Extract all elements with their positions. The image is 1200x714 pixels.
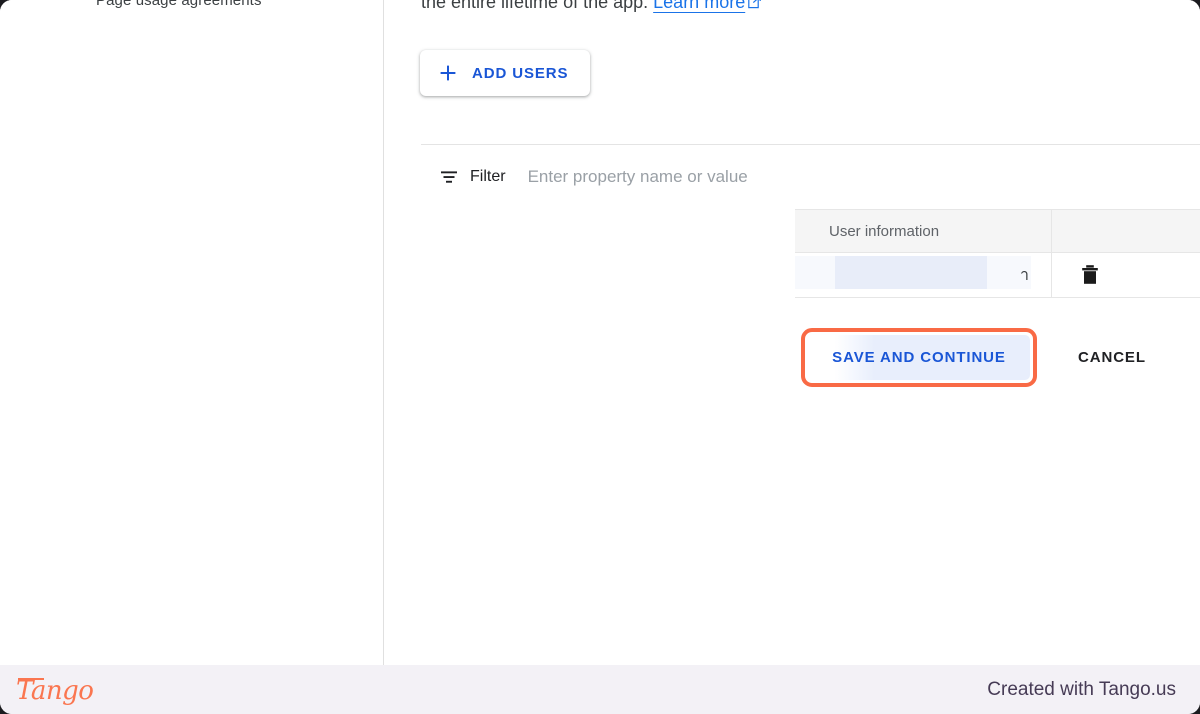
cancel-button[interactable]: CANCEL: [1068, 335, 1156, 380]
save-and-continue-wrapper: SAVE AND CONTINUE: [801, 328, 1037, 387]
redaction-block: [835, 256, 987, 289]
table-header-row: User information: [795, 209, 1200, 253]
filter-label: Filter: [470, 168, 506, 185]
external-link-icon: [748, 0, 762, 16]
redaction-block: [795, 256, 835, 289]
cell-actions: [1052, 253, 1200, 297]
trash-icon[interactable]: [1080, 264, 1100, 286]
add-users-label: ADD USERS: [472, 64, 569, 82]
cell-user-information: า: [795, 253, 1052, 297]
filter-icon[interactable]: [440, 169, 459, 185]
users-table: User information า: [795, 209, 1200, 298]
save-and-continue-label: SAVE AND CONTINUE: [832, 349, 1006, 366]
plus-icon: [438, 63, 458, 83]
left-sidebar: Page usage agreements: [0, 0, 384, 665]
column-header-user-information: User information: [795, 210, 1052, 252]
filter-bar: Filter ?: [421, 144, 1200, 209]
table-row: า: [795, 253, 1200, 298]
save-and-continue-button[interactable]: SAVE AND CONTINUE: [808, 335, 1030, 380]
learn-more-label: Learn more: [653, 0, 746, 12]
cancel-label: CANCEL: [1078, 349, 1146, 366]
sidebar-item-page-usage-agreements[interactable]: Page usage agreements: [0, 0, 383, 13]
created-with-tango-label: Created with Tango.us: [987, 678, 1176, 700]
app-body: Page usage agreements the entire lifetim…: [0, 0, 1200, 665]
sidebar-item-label: Page usage agreements: [96, 0, 262, 9]
settings-gear-icon: [40, 0, 58, 9]
column-header-actions: [1052, 210, 1200, 252]
intro-text: the entire lifetime of the app.: [421, 0, 649, 12]
user-information-value: า: [1020, 267, 1029, 284]
filter-input[interactable]: [527, 167, 1200, 187]
tango-footer: Tango Created with Tango.us: [0, 665, 1200, 714]
add-users-button[interactable]: ADD USERS: [420, 50, 591, 96]
learn-more-link[interactable]: Learn more: [653, 0, 745, 12]
form-actions: SAVE AND CONTINUE CANCEL: [801, 328, 1156, 387]
intro-paragraph: the entire lifetime of the app. Learn mo…: [421, 0, 762, 16]
screenshot-page: Page usage agreements the entire lifetim…: [0, 0, 1200, 714]
main-content: the entire lifetime of the app. Learn mo…: [384, 0, 1200, 665]
tango-logo: Tango: [16, 675, 94, 706]
